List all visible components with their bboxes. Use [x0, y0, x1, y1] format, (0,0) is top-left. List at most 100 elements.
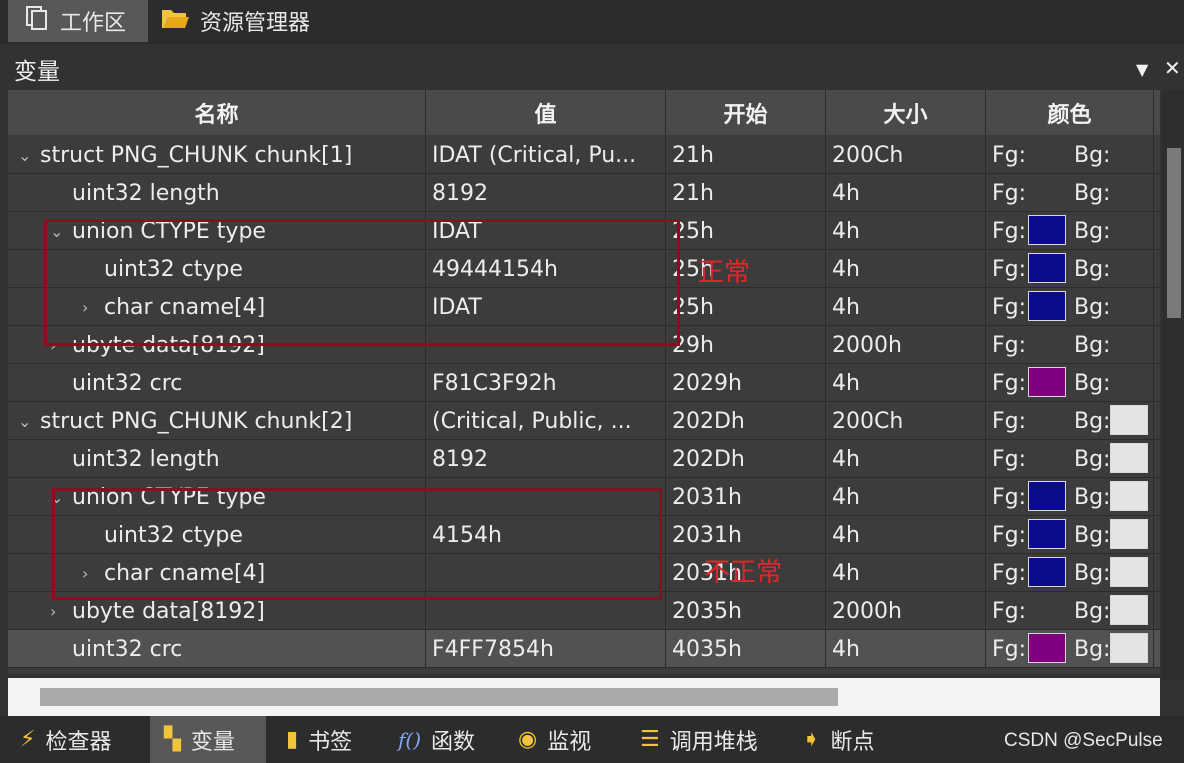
tab-breakpoints[interactable]: ➧ 断点	[802, 716, 874, 763]
bg-label: Bg:	[1074, 142, 1111, 168]
fg-color-swatch[interactable]	[1028, 633, 1066, 663]
bg-color-swatch[interactable]	[1110, 405, 1148, 435]
cell-value	[426, 326, 666, 364]
chevron-down-icon[interactable]: ⌄	[50, 222, 72, 241]
cell-color[interactable]: Fg: Bg:	[986, 440, 1154, 478]
tab-callstack[interactable]: ☰ 调用堆栈	[640, 716, 758, 763]
chevron-right-icon[interactable]: ›	[82, 564, 104, 583]
chevron-down-icon[interactable]: ⌄	[18, 146, 40, 165]
tab-inspector[interactable]: ⚡ 检查器	[20, 716, 111, 763]
cell-color[interactable]: Fg: Bg:	[986, 402, 1154, 440]
cell-color[interactable]: Fg: Bg:	[986, 630, 1154, 668]
cell-color[interactable]: Fg: Bg:	[986, 136, 1154, 174]
tab-explorer[interactable]: 资源管理器	[160, 0, 360, 42]
fg-color-swatch[interactable]	[1028, 253, 1066, 283]
fg-color-swatch[interactable]	[1028, 519, 1066, 549]
folder-icon	[160, 6, 190, 36]
vertical-scroll-thumb[interactable]	[1167, 148, 1181, 318]
variable-name: char cname[4]	[104, 560, 266, 586]
fg-label: Fg:	[992, 218, 1027, 244]
cell-color[interactable]: Fg: Bg:	[986, 288, 1154, 326]
fg-color-swatch[interactable]	[1028, 557, 1066, 587]
cell-name: ⌄ union CTYPE type	[8, 212, 426, 250]
cell-size: 4h	[826, 478, 986, 516]
cell-color[interactable]: Fg: Bg:	[986, 326, 1154, 364]
chevron-right-icon[interactable]: ›	[82, 298, 104, 317]
bg-color-swatch[interactable]	[1110, 443, 1148, 473]
cell-color[interactable]: Fg: Bg:	[986, 478, 1154, 516]
cell-size: 4h	[826, 630, 986, 668]
horizontal-scroll-thumb[interactable]	[40, 688, 838, 706]
chevron-down-icon[interactable]: ⌄	[18, 412, 40, 431]
cell-name: ⌄ union CTYPE type	[8, 478, 426, 516]
cell-start: 4035h	[666, 630, 826, 668]
cell-color[interactable]: Fg: Bg:	[986, 250, 1154, 288]
chevron-down-icon[interactable]: ▼	[1136, 60, 1148, 79]
table-row[interactable]: ⌄ struct PNG_CHUNK chunk[2] (Critical, Pu…	[8, 402, 1160, 440]
table-row[interactable]: › ubyte data[8192] 29h 2000h Fg: Bg:	[8, 326, 1160, 364]
cell-start: 21h	[666, 174, 826, 212]
cell-color[interactable]: Fg: Bg:	[986, 592, 1154, 630]
fg-color-swatch[interactable]	[1028, 481, 1066, 511]
horizontal-scrollbar[interactable]	[8, 678, 1160, 716]
column-header-color[interactable]: 颜色	[986, 90, 1154, 135]
column-header-name[interactable]: 名称	[8, 90, 426, 135]
bg-color-swatch[interactable]	[1110, 595, 1148, 625]
bg-label: Bg:	[1074, 446, 1111, 472]
tab-workspace[interactable]: 工作区	[8, 0, 148, 42]
table-row[interactable]: ⌄ union CTYPE type IDAT 25h 4h Fg: Bg:	[8, 212, 1160, 250]
cell-name: › char cname[4]	[8, 554, 426, 592]
close-icon[interactable]: ✕	[1164, 56, 1181, 80]
table-row[interactable]: ⌄ union CTYPE type 2031h 4h Fg: Bg:	[8, 478, 1160, 516]
vertical-scrollbar[interactable]	[1162, 90, 1184, 680]
tab-functions[interactable]: f() 函数	[398, 716, 475, 763]
tab-workspace-label: 工作区	[60, 11, 127, 36]
column-header-size[interactable]: 大小	[826, 90, 986, 135]
table-row[interactable]: uint32 length 8192 202Dh 4h Fg: Bg:	[8, 440, 1160, 478]
cell-color[interactable]: Fg: Bg:	[986, 364, 1154, 402]
tab-bookmarks[interactable]: ▮ 书签	[286, 716, 352, 763]
chevron-right-icon[interactable]: ›	[50, 602, 72, 621]
table-row[interactable]: ⌄ struct PNG_CHUNK chunk[1] IDAT (Critical…	[8, 136, 1160, 174]
callstack-icon: ☰	[640, 727, 660, 752]
cell-color[interactable]: Fg: Bg:	[986, 174, 1154, 212]
column-header-value[interactable]: 值	[426, 90, 666, 135]
column-header-start[interactable]: 开始	[666, 90, 826, 135]
bg-color-swatch[interactable]	[1110, 633, 1148, 663]
cell-start: 21h	[666, 136, 826, 174]
cell-value: IDAT	[426, 288, 666, 326]
function-icon: f()	[398, 727, 422, 752]
bg-color-swatch[interactable]	[1110, 557, 1148, 587]
cell-color[interactable]: Fg: Bg:	[986, 212, 1154, 250]
fg-color-swatch[interactable]	[1028, 367, 1066, 397]
bg-label: Bg:	[1074, 484, 1111, 510]
tab-variables[interactable]: ▚ 变量	[150, 716, 266, 763]
cell-start: 2031h	[666, 478, 826, 516]
chevron-right-icon[interactable]: ›	[50, 336, 72, 355]
table-row[interactable]: › ubyte data[8192] 2035h 2000h Fg: Bg:	[8, 592, 1160, 630]
cell-color[interactable]: Fg: Bg:	[986, 516, 1154, 554]
annotation-label-normal: 正常	[698, 258, 751, 288]
fg-color-swatch[interactable]	[1028, 215, 1066, 245]
table-row[interactable]: uint32 ctype 49444154h 25h 4h Fg: Bg:	[8, 250, 1160, 288]
chevron-down-icon[interactable]: ⌄	[50, 488, 72, 507]
tab-watch[interactable]: ◉ 监视	[518, 716, 591, 763]
cell-color[interactable]: Fg: Bg:	[986, 554, 1154, 592]
tab-variables-label: 变量	[190, 729, 235, 755]
table-row[interactable]: › char cname[4] IDAT 25h 4h Fg: Bg:	[8, 288, 1160, 326]
bg-color-swatch[interactable]	[1110, 519, 1148, 549]
bg-label: Bg:	[1074, 408, 1111, 434]
table-row[interactable]: uint32 crc F81C3F92h 2029h 4h Fg: Bg:	[8, 364, 1160, 402]
table-row[interactable]: uint32 ctype 4154h 2031h 4h Fg: Bg:	[8, 516, 1160, 554]
tab-bookmarks-label: 书签	[308, 729, 353, 755]
variable-name: uint32 ctype	[104, 256, 243, 282]
table-row[interactable]: › char cname[4] 2031h 4h Fg: Bg:	[8, 554, 1160, 592]
bg-color-swatch[interactable]	[1110, 481, 1148, 511]
variable-name: uint32 length	[72, 180, 220, 206]
cell-value: F81C3F92h	[426, 364, 666, 402]
cell-name: uint32 ctype	[8, 250, 426, 288]
fg-label: Fg:	[992, 522, 1027, 548]
table-row[interactable]: uint32 crc F4FF7854h 4035h 4h Fg: Bg:	[8, 630, 1160, 668]
table-row[interactable]: uint32 length 8192 21h 4h Fg: Bg:	[8, 174, 1160, 212]
fg-color-swatch[interactable]	[1028, 291, 1066, 321]
